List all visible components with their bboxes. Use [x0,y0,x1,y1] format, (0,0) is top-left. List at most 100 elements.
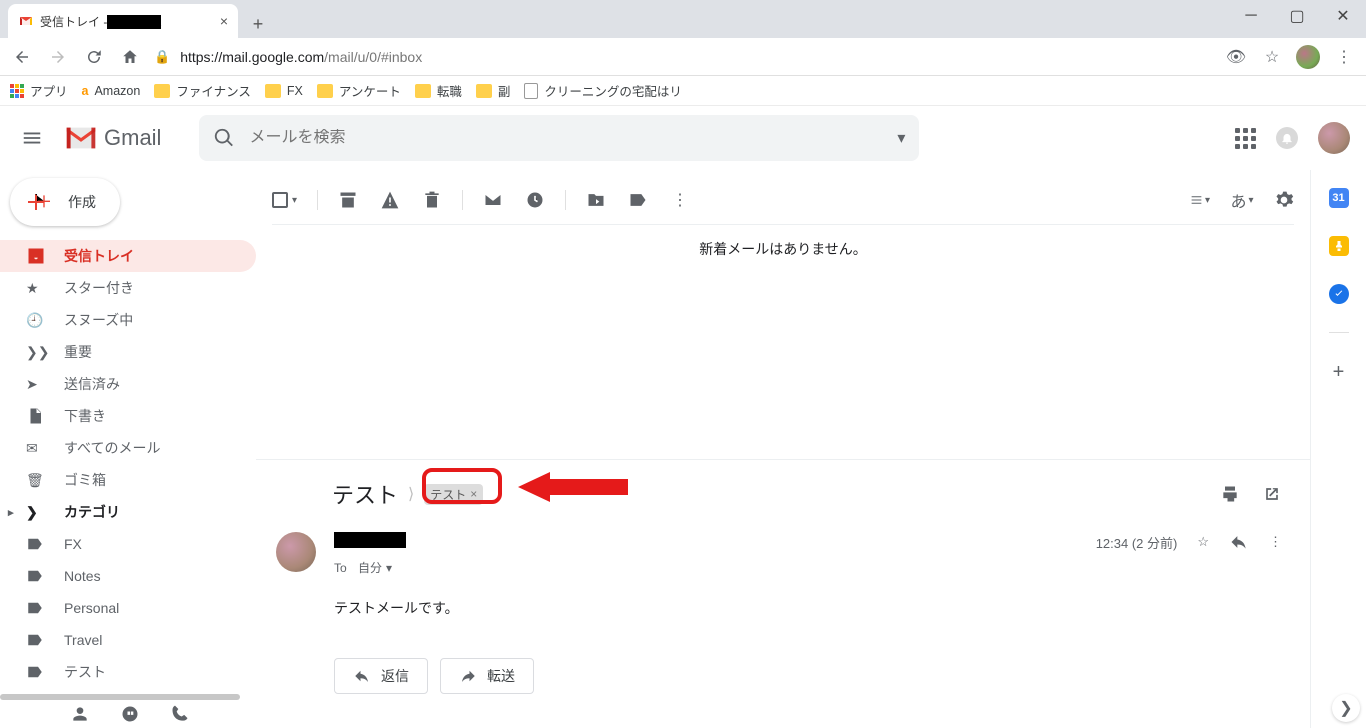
sidebar-label-test[interactable]: テスト [0,656,256,688]
select-all-checkbox[interactable]: ▾ [272,192,297,208]
nav-reload-icon[interactable] [82,45,106,69]
browser-menu-icon[interactable]: ⋮ [1332,45,1356,69]
sender-avatar[interactable] [276,532,316,572]
labels-icon[interactable] [628,190,648,210]
sidebar-item-starred[interactable]: ★スター付き [0,272,256,304]
nav-forward-icon[interactable] [46,45,70,69]
phone-icon[interactable] [170,704,190,724]
draft-icon [26,407,46,425]
sidebar-label: テスト [64,662,106,682]
gmail-logo[interactable]: Gmail [64,125,161,151]
tasks-addon-icon[interactable] [1329,284,1349,304]
apps-grid-icon [10,84,24,98]
importance-marker-icon[interactable]: ⟩ [408,484,414,504]
sidebar-scrollbar[interactable] [0,694,240,700]
label-icon [26,599,46,617]
forward-arrow-icon [459,667,477,685]
sidebar-label-personal[interactable]: Personal [0,592,256,624]
settings-icon[interactable] [1274,190,1294,210]
bookmark-finance[interactable]: ファイナンス [154,81,251,100]
archive-icon[interactable] [338,190,358,210]
open-new-window-icon[interactable] [1262,484,1282,504]
reply-icon[interactable] [1229,532,1249,552]
nav-back-icon[interactable] [10,45,34,69]
sidebar-item-allmail[interactable]: ✉すべてのメール [0,432,256,464]
message-more-icon[interactable]: ⋮ [1269,534,1282,550]
move-to-icon[interactable] [586,190,606,210]
delete-icon[interactable] [422,190,442,210]
label-chip[interactable]: テスト× [424,484,483,505]
tab-close-icon[interactable]: × [220,13,228,29]
sidebar-item-trash[interactable]: 🗑ゴミ箱 [0,464,256,496]
google-apps-icon[interactable] [1235,128,1256,149]
add-addon-icon[interactable]: + [1333,361,1345,384]
calendar-addon-icon[interactable]: 31 [1329,188,1349,208]
inbox-icon [26,246,46,266]
bookmark-amazon[interactable]: aAmazon [82,84,141,98]
amazon-icon: a [82,84,89,98]
account-avatar[interactable] [1318,122,1350,154]
notifications-icon[interactable] [1276,127,1298,149]
star-message-icon[interactable]: ☆ [1197,534,1209,550]
sidebar-item-important[interactable]: ❯❯重要 [0,336,256,368]
bookmark-apps[interactable]: アプリ [10,81,68,100]
eye-icon[interactable]: 👁 [1224,45,1248,69]
gmail-app: Gmail ▾ 作成 受信トレイ ★スター付き 🕘スヌーズ中 ❯❯重要 ➤送信済… [0,106,1366,728]
contacts-icon[interactable] [70,704,90,724]
search-input[interactable] [249,129,883,147]
search-bar[interactable]: ▾ [199,115,919,161]
window-close-button[interactable]: ✕ [1320,0,1366,32]
print-icon[interactable] [1220,484,1240,504]
sidebar-item-snoozed[interactable]: 🕘スヌーズ中 [0,304,256,336]
new-tab-button[interactable]: + [244,10,272,38]
bookmark-side[interactable]: 副 [476,81,511,100]
sidebar-item-inbox[interactable]: 受信トレイ [0,240,256,272]
trash-icon: 🗑 [26,472,46,489]
bookmark-job[interactable]: 転職 [415,81,462,100]
main-pane: ▾ [256,170,1366,728]
mark-unread-icon[interactable] [483,190,503,210]
snooze-icon[interactable] [525,190,545,210]
window-maximize-button[interactable]: ▢ [1274,0,1320,32]
gmail-logo-icon [64,125,98,151]
clock-icon: 🕘 [26,312,46,329]
address-bar[interactable]: 🔒 https://mail.google.com/mail/u/0/#inbo… [154,42,1212,72]
report-spam-icon[interactable] [380,190,400,210]
hangouts-icon[interactable] [120,704,140,724]
browser-tab[interactable]: 受信トレイ -xxxxxxxxx × [8,4,238,38]
compose-button[interactable]: 作成 [10,178,120,226]
sidebar-item-categories[interactable]: ❯カテゴリ [0,496,256,528]
url-text: https://mail.google.com/mail/u/0/#inbox [180,49,422,65]
label-icon [26,567,46,585]
sidebar-item-drafts[interactable]: 下書き [0,400,256,432]
search-options-icon[interactable]: ▾ [897,128,905,148]
lock-icon: 🔒 [154,49,170,65]
sidebar-label-travel[interactable]: Travel [0,624,256,656]
input-tools-icon[interactable]: あ▾ [1232,190,1252,210]
label-remove-icon[interactable]: × [470,487,477,501]
bookmark-survey[interactable]: アンケート [317,81,401,100]
window-minimize-button[interactable]: ─ [1228,0,1274,32]
bookmark-cleaning[interactable]: クリーニングの宅配はリ [524,81,682,100]
forward-button[interactable]: 転送 [440,658,534,694]
sidebar-label-fx[interactable]: FX [0,528,256,560]
bookmark-fx[interactable]: FX [265,84,303,98]
sidebar-label-notes[interactable]: Notes [0,560,256,592]
sidebar-item-sent[interactable]: ➤送信済み [0,368,256,400]
keep-addon-icon[interactable] [1329,236,1349,256]
nav-home-icon[interactable] [118,45,142,69]
more-icon[interactable]: ⋮ [670,190,690,210]
mail-icon: ✉ [26,440,46,457]
mail-toolbar: ▾ [256,176,1310,224]
profile-avatar-button[interactable] [1296,45,1320,69]
main-menu-button[interactable] [8,114,56,162]
reply-button[interactable]: 返信 [334,658,428,694]
empty-inbox-text: 新着メールはありません。 [256,225,1310,459]
browser-toolbar: 🔒 https://mail.google.com/mail/u/0/#inbo… [0,38,1366,76]
folder-icon [476,84,492,98]
message-body: テストメールです。 [334,598,1290,618]
recipient-line[interactable]: To 自分▾ [334,559,406,576]
sidepanel-collapse-button[interactable]: ❯ [1332,694,1360,722]
density-icon[interactable]: ▾ [1190,190,1210,210]
bookmark-star-icon[interactable]: ☆ [1260,45,1284,69]
